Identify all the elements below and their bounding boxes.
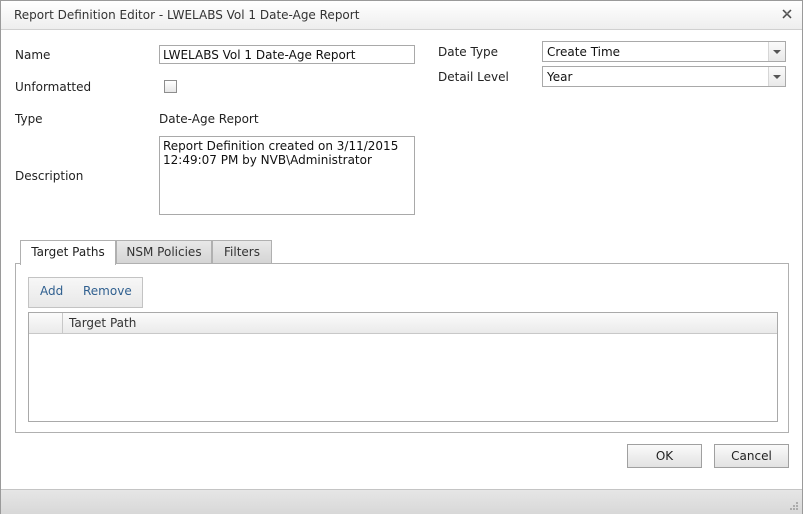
report-definition-editor-dialog: Report Definition Editor - LWELABS Vol 1… xyxy=(0,0,803,514)
unformatted-label: Unformatted xyxy=(15,80,92,94)
ok-button[interactable]: OK xyxy=(627,444,702,468)
tab-filters[interactable]: Filters xyxy=(212,240,272,264)
close-icon[interactable] xyxy=(780,7,794,21)
detail-level-select[interactable]: Year xyxy=(542,66,786,87)
target-paths-panel: Add Remove Target Path xyxy=(15,263,789,433)
tab-label: NSM Policies xyxy=(126,245,202,259)
chevron-down-icon[interactable] xyxy=(768,67,785,86)
column-header-target-path[interactable]: Target Path xyxy=(69,316,136,330)
title-bar: Report Definition Editor - LWELABS Vol 1… xyxy=(1,1,802,30)
date-type-value: Create Time xyxy=(547,45,621,59)
tab-label: Filters xyxy=(224,245,260,259)
remove-button[interactable]: Remove xyxy=(83,284,132,298)
cancel-button-label: Cancel xyxy=(731,449,772,463)
ok-button-label: OK xyxy=(655,449,674,463)
type-value: Date-Age Report xyxy=(159,112,259,126)
grid-toolbar: Add Remove xyxy=(28,277,143,308)
name-input[interactable]: LWELABS Vol 1 Date-Age Report xyxy=(159,45,415,64)
window-title: Report Definition Editor - LWELABS Vol 1… xyxy=(14,8,360,22)
chevron-down-icon[interactable] xyxy=(768,42,785,61)
name-input-value: LWELABS Vol 1 Date-Age Report xyxy=(163,48,356,62)
date-type-select[interactable]: Create Time xyxy=(542,41,786,62)
type-label: Type xyxy=(15,112,43,126)
description-text: Report Definition created on 3/11/2015 1… xyxy=(163,139,399,167)
target-path-grid[interactable]: Target Path xyxy=(28,312,778,422)
unformatted-checkbox[interactable] xyxy=(164,80,177,93)
cancel-button[interactable]: Cancel xyxy=(714,444,789,468)
status-bar xyxy=(1,489,802,514)
tab-target-paths[interactable]: Target Paths xyxy=(20,240,116,265)
grid-header: Target Path xyxy=(29,313,777,334)
detail-level-value: Year xyxy=(547,70,573,84)
add-button[interactable]: Add xyxy=(40,284,63,298)
resize-grip-icon[interactable] xyxy=(789,501,799,511)
description-textarea[interactable]: Report Definition created on 3/11/2015 1… xyxy=(159,136,415,215)
tab-label: Target Paths xyxy=(31,245,105,259)
detail-level-label: Detail Level xyxy=(438,70,509,84)
date-type-label: Date Type xyxy=(438,45,499,59)
description-label: Description xyxy=(15,169,84,183)
tab-nsm-policies[interactable]: NSM Policies xyxy=(116,240,212,264)
name-label: Name xyxy=(15,48,51,62)
row-select-column[interactable] xyxy=(29,313,63,333)
